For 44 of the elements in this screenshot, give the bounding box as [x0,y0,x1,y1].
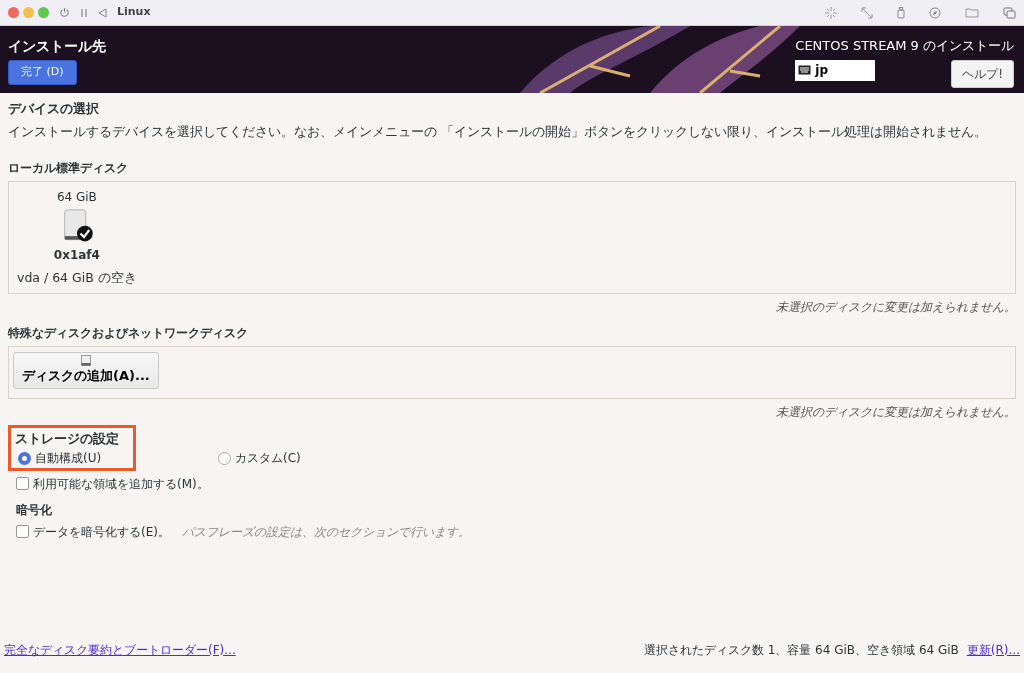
folder-icon[interactable] [965,7,979,18]
hint-text: パスフレーズの設定は、次のセクションで行います。 [181,523,470,541]
windows-icon[interactable] [1003,6,1016,19]
disk-note: 未選択のディスクに変更は加えられません。 [775,299,1016,317]
checkbox[interactable] [16,477,29,491]
keyboard-icon [798,65,812,75]
disk-size: 64 GiB [56,189,97,207]
radio-button[interactable] [218,451,231,465]
power-icon[interactable] [59,7,70,18]
disk-summary-link[interactable]: 完全なディスク要約とブートローダー(F)... [4,641,236,659]
section-subheading: ローカル標準ディスク [8,160,129,178]
keyboard-layout-field[interactable]: jp [795,59,876,81]
disk-detail: vda / 64 GiB の空き [17,268,137,287]
disk-note: 未選択のディスクに変更は加えられません。 [775,404,1016,422]
refresh-link[interactable]: 更新(R)... [966,641,1020,659]
radio-option[interactable]: カスタム(C) [218,449,301,468]
minimize-button[interactable] [23,7,34,18]
maximize-button[interactable] [38,7,49,18]
radio-option[interactable]: 自動構成(U) [18,449,218,468]
checkbox-label[interactable]: 利用可能な領域を追加する(M)。 [33,474,209,493]
section-heading: デバイスの選択 [8,100,100,118]
section-subheading: 特殊なディスクおよびネットワークディスク [8,325,249,343]
close-button[interactable] [8,7,19,18]
disk-item[interactable]: 64 GiB 0x1af4 vda / 64 GiB の空き [17,188,137,288]
sparkle-icon[interactable] [825,6,837,19]
back-icon[interactable] [98,7,107,18]
checkbox[interactable] [16,525,29,539]
section-heading: ストレージの設定 [15,430,120,449]
add-disk-button[interactable]: ディスクの追加(A)... [13,352,159,389]
compass-icon[interactable] [929,6,941,19]
selection-status: 選択されたディスク数 1、容量 64 GiB、空き領域 64 GiB [643,642,959,659]
radio-button[interactable] [18,451,31,465]
section-subheading: 暗号化 [16,501,53,519]
window-title: Linux [117,4,151,21]
description-text: インストールするデバイスを選択してください。なお、メインメニューの 「インストールの開始」ボタンをクリックしない限り、インストール処理は開始されません。 [8,122,988,141]
checkbox-label[interactable]: データを暗号化する(E)。 [33,522,170,541]
pause-icon[interactable] [80,7,88,18]
disk-name: 0x1af4 [53,246,100,264]
help-button[interactable]: ヘルプ! [951,59,1014,88]
resize-icon[interactable] [861,6,873,19]
page-title: インストール先 [8,37,106,56]
done-button[interactable]: 完了 (D) [8,60,77,85]
product-title: CENTOS STREAM 9 のインストール [795,37,1014,55]
usb-icon[interactable] [897,6,905,19]
